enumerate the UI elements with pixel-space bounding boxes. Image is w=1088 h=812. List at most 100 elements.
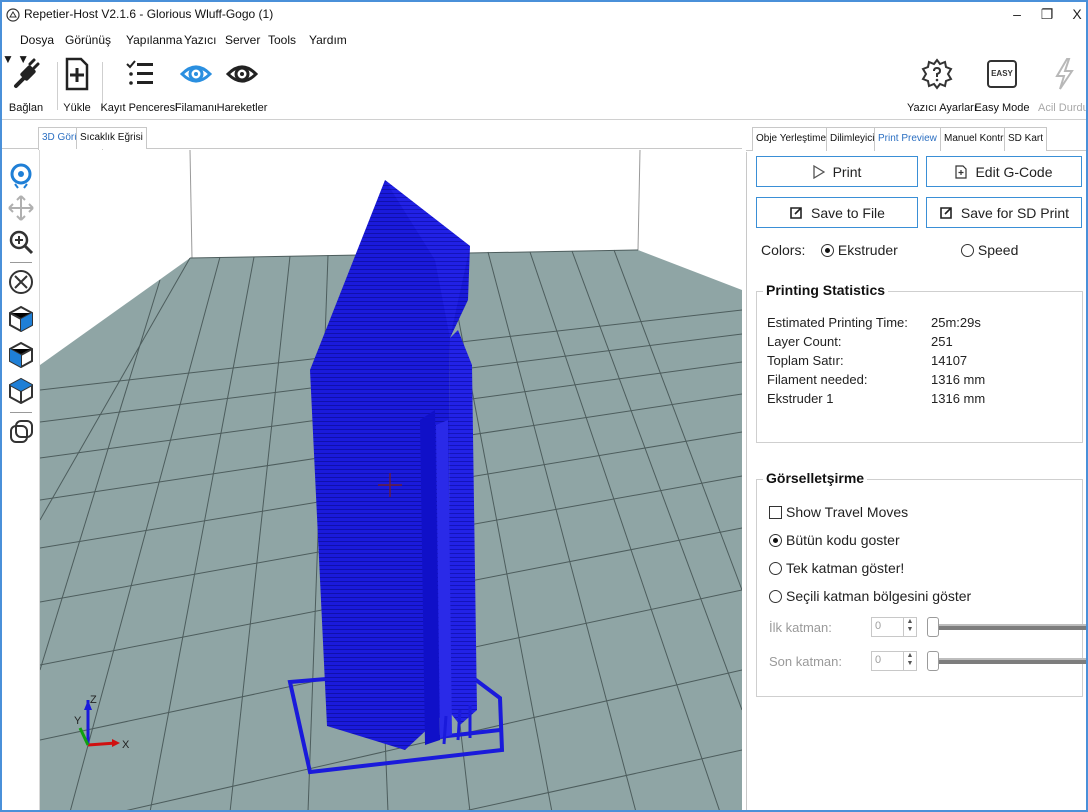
window-title: Repetier-Host V2.1.6 - Glorious Wluff-Go… [24, 7, 274, 21]
show-single-layer-label: Tek katman göster! [786, 560, 905, 576]
save-to-file-label: Save to File [811, 204, 885, 221]
color-by-speed-radio[interactable]: Speed [961, 242, 1018, 258]
last-layer-slider-thumb[interactable] [927, 651, 939, 671]
app-window: Repetier-Host V2.1.6 - Glorious Wluff-Go… [0, 0, 1088, 812]
load-button[interactable]: Yükle [62, 56, 92, 116]
menu-dosya[interactable]: Dosya [20, 33, 54, 47]
emergency-stop-label: Acil Durdurma [1038, 102, 1086, 114]
tab-temperature-curve[interactable]: Sıcaklık Eğrisi [76, 127, 147, 149]
emergency-stop-button[interactable]: Acil Durdurma [1038, 56, 1086, 116]
show-all-code-label: Bütün kodu goster [786, 532, 900, 548]
play-icon [812, 164, 825, 179]
maximize-button[interactable]: ❐ [1032, 4, 1062, 24]
toolbar: Bağlan ▼ Yükle ▼ Kayıt Penceresi Filaman… [2, 52, 1086, 120]
checklist-icon [126, 60, 153, 85]
app-icon [6, 8, 20, 22]
menu-bar: Dosya Görünüş Yapılanma Yazıcı Server To… [2, 29, 1086, 51]
show-all-code-radio[interactable]: Bütün kodu goster [769, 532, 900, 548]
radio-icon [961, 244, 974, 257]
stat-value: 25m:29s [931, 315, 981, 330]
log-window-button[interactable]: Kayıt Penceresi [100, 56, 178, 116]
stat-label: Ekstruder 1 [767, 391, 834, 406]
menu-yazici[interactable]: Yazıcı [184, 33, 216, 47]
fit-view-icon[interactable] [7, 268, 35, 296]
spinner-arrows-icon[interactable]: ▲ ▼ [903, 652, 916, 670]
axis-x-label: X [122, 739, 130, 751]
export-icon [940, 206, 952, 219]
colors-label: Colors: [761, 242, 806, 258]
title-bar: Repetier-Host V2.1.6 - Glorious Wluff-Go… [2, 2, 1086, 28]
gear-icon [921, 58, 953, 90]
radio-selected-icon [821, 244, 834, 257]
menu-tools[interactable]: Tools [268, 33, 296, 47]
show-single-layer-radio[interactable]: Tek katman göster! [769, 560, 904, 576]
plug-icon [14, 58, 40, 88]
last-layer-slider-track[interactable] [933, 658, 1086, 664]
edit-file-icon [955, 164, 968, 179]
print-bed-scene: Z X Y [40, 150, 742, 810]
right-panel-tabs: Obje Yerleştime Dilimleyici Print Previe… [746, 123, 1086, 151]
menu-server[interactable]: Server [225, 33, 260, 47]
zoom-icon[interactable] [7, 228, 35, 256]
rail-separator [10, 412, 32, 413]
last-layer-spinner[interactable]: 0 ▲ ▼ [871, 651, 917, 671]
show-layer-range-label: Seçili katman bölgesini göster [786, 588, 972, 604]
menu-gorunus[interactable]: Görünüş [65, 33, 111, 47]
show-travel-moves-label: Show Travel Moves [786, 504, 909, 520]
first-layer-spinner[interactable]: 0 ▲ ▼ [871, 617, 917, 637]
printer-settings-button[interactable]: Yazıcı Ayarları [907, 56, 977, 116]
printing-statistics-title: Printing Statistics [763, 282, 889, 298]
color-speed-label: Speed [977, 242, 1019, 258]
eye-icon [179, 65, 213, 83]
show-travel-moves-checkbox[interactable]: Show Travel Moves [769, 504, 908, 520]
print-button[interactable]: Print [756, 156, 918, 187]
menu-yapilanma[interactable]: Yapılanma [126, 33, 182, 47]
printer-settings-label: Yazıcı Ayarları [907, 102, 977, 114]
cube-view-icon[interactable] [7, 304, 35, 332]
first-layer-label: İlk katman: [769, 620, 832, 635]
edit-gcode-label: Edit G-Code [975, 163, 1053, 180]
menu-yardim[interactable]: Yardım [309, 33, 347, 47]
checkbox-icon [769, 506, 782, 519]
stat-label: Layer Count: [767, 334, 842, 349]
tab-sd-card[interactable]: SD Kart [1004, 127, 1048, 151]
close-button[interactable]: X [1062, 4, 1086, 24]
print-label: Print [832, 163, 862, 180]
first-layer-slider-track[interactable] [933, 624, 1086, 630]
lightning-icon [1055, 58, 1074, 90]
stat-label: Filament needed: [767, 372, 868, 387]
tab-print-preview[interactable]: Print Preview [874, 127, 941, 151]
stat-value: 1316 mm [931, 391, 986, 406]
stat-value: 1316 mm [931, 372, 986, 387]
connect-label: Bağlan [8, 102, 44, 114]
last-layer-value: 0 [875, 654, 882, 666]
cube-side-icon[interactable] [7, 340, 35, 368]
radio-selected-icon [769, 534, 782, 547]
moves-label: Hareketler [216, 102, 268, 114]
connect-button[interactable]: Bağlan [8, 56, 44, 116]
move-view-icon[interactable] [7, 194, 35, 222]
print-preview-panel: Print Edit G-Code Save to File Save for … [746, 152, 1086, 810]
easy-mode-button[interactable]: EASY Easy Mode [974, 56, 1030, 116]
3d-viewport[interactable]: Z X Y [40, 150, 742, 810]
spinner-arrows-icon[interactable]: ▲ ▼ [903, 618, 916, 636]
color-by-extruder-radio[interactable]: Ekstruder [821, 242, 898, 258]
rotate-view-icon[interactable] [7, 162, 35, 190]
color-extruder-label: Ekstruder [837, 242, 898, 258]
show-layer-range-radio[interactable]: Seçili katman bölgesini göster [769, 588, 971, 604]
easy-mode-icon: EASY [987, 60, 1017, 88]
minimize-button[interactable]: – [1002, 4, 1032, 24]
first-layer-slider-thumb[interactable] [927, 617, 939, 637]
copy-objects-icon[interactable] [7, 418, 35, 446]
axis-y-label: Y [74, 715, 82, 727]
cube-top-icon[interactable] [7, 376, 35, 404]
moves-toggle[interactable]: Hareketler [217, 56, 267, 116]
tab-slicer[interactable]: Dilimleyici [826, 127, 879, 151]
save-to-file-button[interactable]: Save to File [756, 197, 918, 228]
save-for-sd-button[interactable]: Save for SD Print [926, 197, 1082, 228]
tab-object-placement[interactable]: Obje Yerleştime [752, 127, 831, 151]
stat-value: 251 [931, 334, 953, 349]
edit-gcode-button[interactable]: Edit G-Code [926, 156, 1082, 187]
add-file-icon [65, 57, 89, 91]
rail-separator [10, 262, 32, 263]
